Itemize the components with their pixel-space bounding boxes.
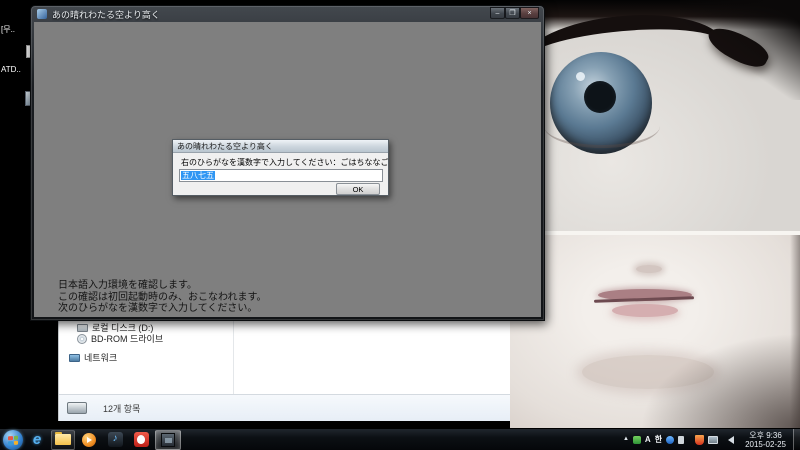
volume-icon[interactable]: [724, 436, 734, 444]
tray-document-icon[interactable]: [678, 436, 684, 444]
disc-icon: [77, 334, 87, 344]
wallpaper-edge-shadow: [790, 235, 800, 428]
wallpaper-lower-lip: [612, 304, 678, 317]
tray-green-app-icon[interactable]: [633, 436, 641, 444]
instruction-line: 日本語入力環境を確認します。: [58, 280, 267, 292]
start-button[interactable]: [3, 430, 23, 450]
window-caption-buttons: – ❒ ×: [490, 7, 539, 19]
dialog-text-input[interactable]: 五八七五: [179, 169, 383, 182]
music-note-icon: ♪: [108, 432, 123, 447]
ok-button[interactable]: OK: [336, 183, 380, 195]
taskbar-media-player-button[interactable]: [77, 430, 101, 450]
explorer-window: 로컬 디스크 (D:) BD-ROM 드라이브 네트워크 12개 항목: [58, 317, 510, 421]
game-instruction-text: 日本語入力環境を確認します。 この確認は初回起動時のみ、おこなわれます。 次のひ…: [58, 280, 267, 315]
internet-explorer-icon: e: [33, 432, 41, 447]
folder-icon: [55, 434, 71, 445]
nav-item-network[interactable]: 네트워크: [69, 351, 117, 364]
wallpaper-corner-shadow: [640, 333, 800, 428]
start-flag-cell: [8, 436, 13, 440]
wallpaper-eye-panel: [510, 0, 800, 232]
wallpaper-corner-hair: [680, 0, 800, 100]
input-check-dialog: あの晴れわたる空より高く 右のひらがなを漢数字で入力してください：ごはちななご …: [172, 139, 389, 196]
taskbar-archiver-button[interactable]: [129, 430, 153, 450]
taskbar-explorer-button[interactable]: [51, 430, 75, 450]
selected-input-text: 五八七五: [181, 171, 215, 180]
security-shield-icon[interactable]: [695, 435, 704, 445]
app-icon: [37, 9, 47, 19]
maximize-button[interactable]: ❒: [505, 7, 520, 19]
nav-item-label: BD-ROM 드라이브: [91, 332, 163, 345]
wallpaper-lower-lid: [544, 104, 660, 148]
desktop: [무.. ATD.. 로컬 디스크 (D:) BD-ROM 드라이브 네트워크 …: [0, 0, 800, 450]
taskbar-clock[interactable]: 오후 9:36 2015-02-25: [745, 431, 786, 449]
taskbar-game-button-active[interactable]: [155, 430, 181, 450]
taskbar-ie-button[interactable]: e: [25, 430, 49, 450]
desktop-icon-label[interactable]: [무..: [1, 24, 15, 35]
game-app-icon: [161, 433, 175, 447]
clock-time: 오후 9:36: [745, 431, 786, 440]
network-status-icon[interactable]: [708, 436, 718, 444]
archiver-app-icon: [134, 432, 149, 447]
instruction-line: この確認は初回起動時のみ、おこなわれます。: [58, 292, 267, 304]
taskbar: e ♪ ▲ A 한 오후 9:36: [0, 428, 800, 450]
nav-item-bdrom-drive[interactable]: BD-ROM 드라이브: [77, 332, 163, 345]
instruction-line: 次のひらがなを漢数字で入力してください。: [58, 303, 267, 315]
game-window-titlebar[interactable]: あの晴れわたる空より高く – ❒ ×: [31, 6, 544, 22]
ime-english-icon[interactable]: A: [645, 435, 651, 444]
system-tray: ▲ A 한 오후 9:36 2015-02-25: [621, 429, 800, 450]
tray-blue-app-icon[interactable]: [666, 436, 674, 444]
dialog-message: 右のひらがなを漢数字で入力してください：ごはちななご: [181, 157, 389, 168]
taskbar-music-app-button[interactable]: ♪: [103, 430, 127, 450]
close-button[interactable]: ×: [520, 7, 539, 19]
network-icon: [69, 354, 80, 362]
game-window-title: あの晴れわたる空より高く: [52, 8, 490, 21]
show-desktop-button[interactable]: [793, 429, 800, 450]
start-flag-cell: [8, 441, 13, 445]
wallpaper-lips-panel: [510, 235, 800, 428]
dialog-title[interactable]: あの晴れわたる空より高く: [173, 140, 388, 153]
clock-date: 2015-02-25: [745, 440, 786, 449]
explorer-status-bar: 12개 항목: [59, 394, 510, 421]
item-count-text: 12개 항목: [103, 402, 140, 415]
ime-korean-icon[interactable]: 한: [655, 434, 662, 445]
media-player-icon: [82, 433, 96, 447]
desktop-icon-label[interactable]: ATD..: [1, 65, 21, 74]
wallpaper-eye-highlight: [576, 72, 585, 81]
start-flag-cell: [14, 435, 19, 439]
nav-item-label: 네트워크: [84, 351, 117, 364]
wallpaper-philtrum-shadow: [636, 265, 662, 273]
disk-icon: [77, 324, 88, 332]
minimize-button[interactable]: –: [490, 7, 505, 19]
show-hidden-icons-button[interactable]: ▲: [623, 435, 629, 444]
desktop-wallpaper: [510, 0, 800, 428]
start-flag-cell: [14, 440, 19, 444]
explorer-nav-pane: 로컬 디스크 (D:) BD-ROM 드라이브 네트워크: [59, 318, 233, 394]
windows-start-icon: [8, 435, 18, 445]
drive-icon: [67, 402, 87, 414]
explorer-pane-separator: [233, 318, 234, 394]
